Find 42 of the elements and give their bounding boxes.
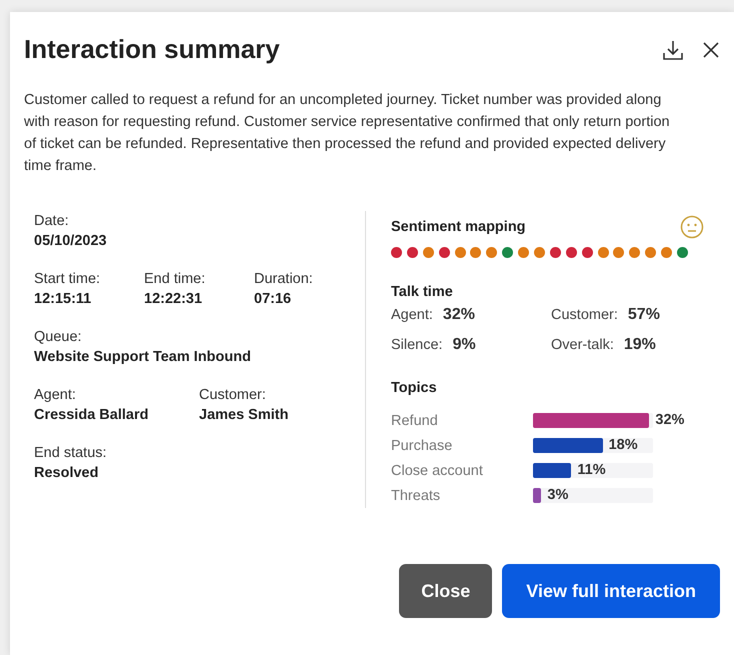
neutral-face-icon [680, 215, 704, 239]
field-value: Resolved [34, 464, 100, 483]
close-button[interactable]: Close [399, 564, 492, 618]
topic-value: 32% [655, 412, 684, 429]
talk-value: 9% [452, 336, 476, 354]
field-value: 07:16 [254, 290, 292, 309]
topic-value: 18% [608, 437, 638, 454]
field-label: End status: [34, 444, 108, 463]
close-icon[interactable] [702, 40, 720, 58]
talk-value: 57% [628, 306, 660, 324]
topic-value: 11% [577, 462, 606, 479]
field-label: End time: [144, 270, 206, 289]
section-title: Talk time [391, 284, 454, 300]
topic-label: Purchase [391, 438, 454, 454]
talk-label: Customer: [551, 307, 618, 323]
field-value: James Smith [199, 406, 290, 425]
field-value: 12:22:31 [144, 290, 204, 309]
download-icon[interactable] [662, 38, 684, 60]
field-value: Cressida Ballard [34, 406, 150, 425]
field-label: Customer: [199, 386, 267, 405]
dialog-title: Interaction summary [24, 34, 281, 65]
field-label: Start time: [34, 270, 102, 289]
field-value: 05/10/2023 [34, 232, 108, 251]
view-interaction-button[interactable]: View full interaction [502, 564, 720, 618]
topic-label: Close account [391, 462, 484, 478]
section-title: Sentiment mapping [391, 219, 526, 235]
topic-value: 3% [547, 487, 568, 504]
field-label: Agent: [34, 386, 77, 405]
talk-value: 32% [442, 306, 475, 324]
topic-label: Threats [391, 488, 442, 504]
field-label: Queue: [34, 328, 83, 347]
talk-label: Agent: [391, 307, 433, 323]
talk-label: Silence: [391, 337, 443, 353]
talk-value: 19% [624, 336, 656, 354]
summary-text: Customer called to request a refund for an uncompleted journey. Ticket number was provided along with reason for requesting refund. Customer service representative confirmed that only return portion of ticket can be refunded. Representative then processed the refund and provided expected delivery time frame. [24, 91, 671, 176]
field-label: Duration: [254, 270, 314, 289]
topic-label: Refund [391, 412, 439, 428]
talk-label: Over-talk: [551, 337, 614, 353]
field-label: Date: [34, 212, 70, 231]
field-value: 12:15:11 [34, 290, 92, 309]
field-value: Website Support Team Inbound [34, 348, 251, 367]
section-title: Topics [391, 380, 438, 396]
